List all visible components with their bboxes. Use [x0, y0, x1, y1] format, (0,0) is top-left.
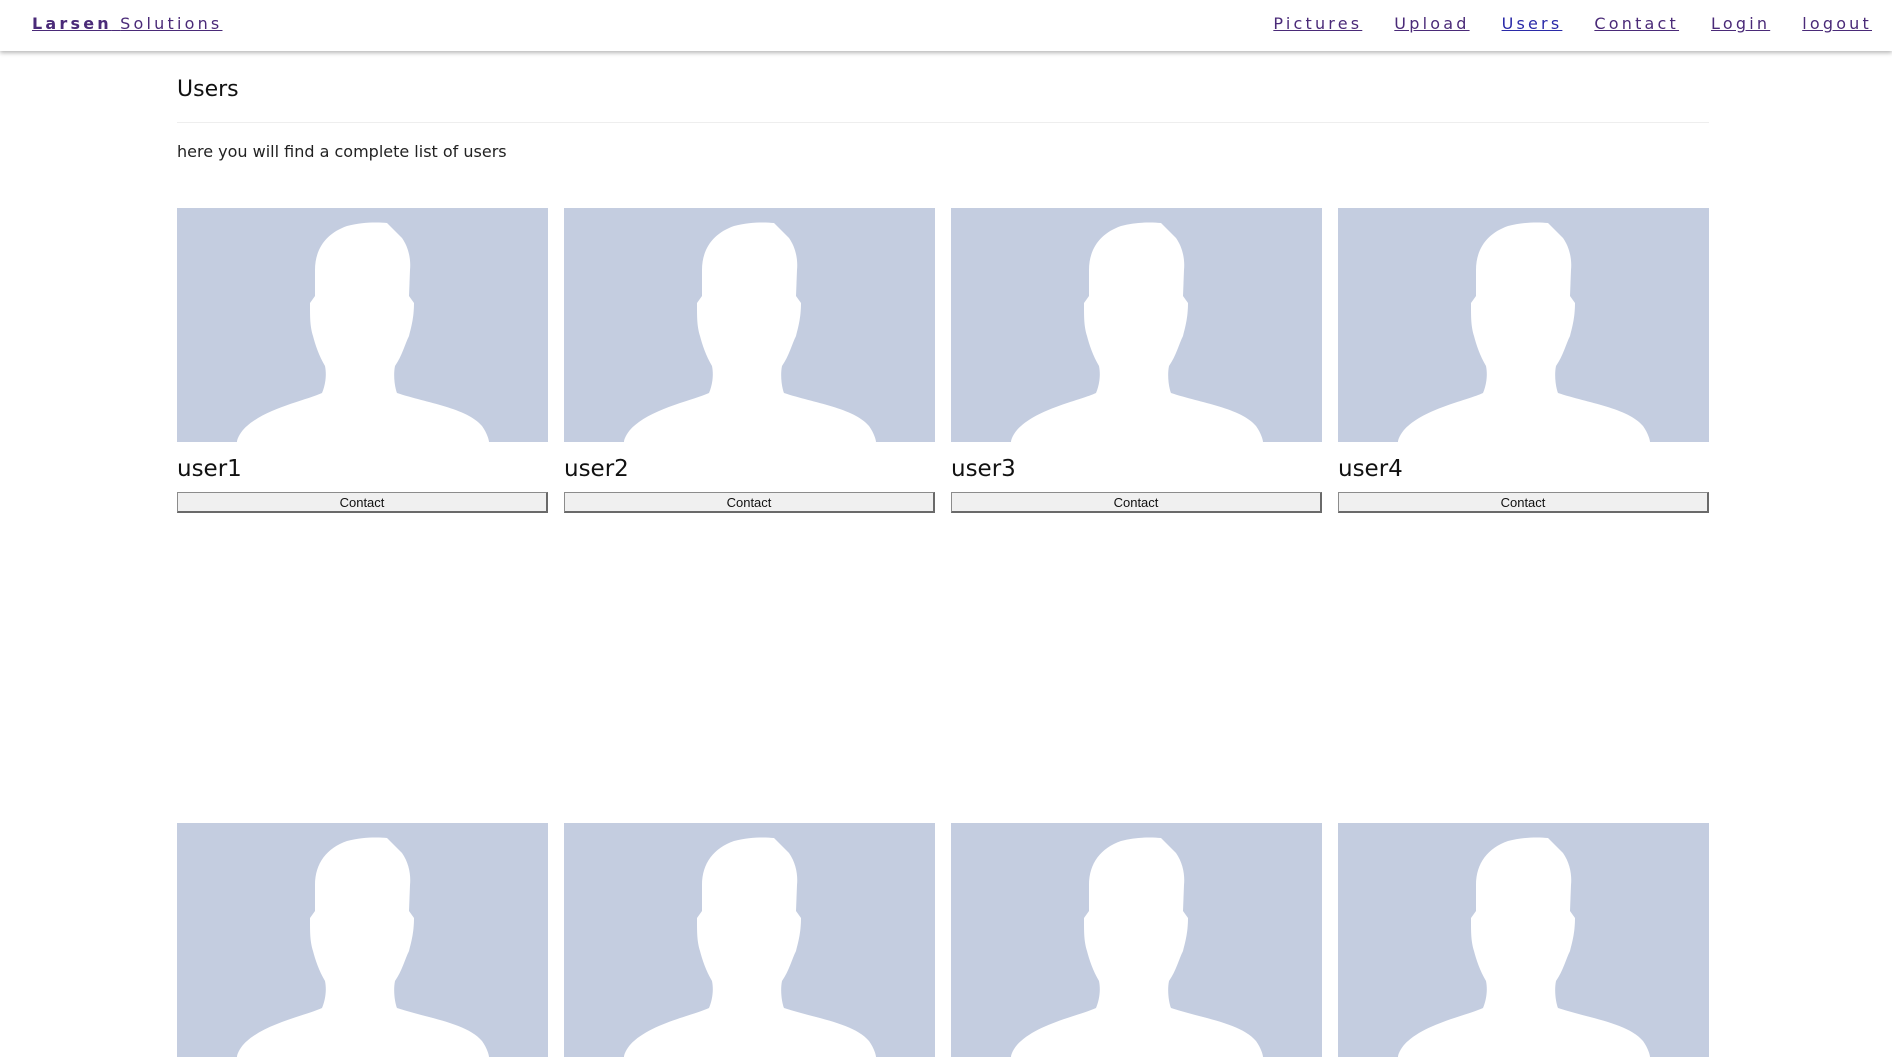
user-card: user2 Contact	[564, 208, 935, 513]
user-avatar	[1338, 823, 1709, 1057]
user-card	[564, 823, 935, 1057]
person-silhouette-icon	[951, 823, 1322, 1057]
user-avatar	[177, 208, 548, 442]
brand-name-bold: Larsen	[32, 14, 112, 33]
nav-links: Pictures Upload Users Contact Login logo…	[1273, 14, 1872, 33]
brand-name-rest: Solutions	[120, 14, 223, 33]
page-title: Users	[177, 77, 239, 102]
nav-link-logout[interactable]: logout	[1802, 14, 1872, 33]
contact-button[interactable]: Contact	[951, 492, 1322, 513]
user-name: user4	[1338, 456, 1403, 482]
user-name: user1	[177, 456, 242, 482]
user-card: user1 Contact	[177, 208, 548, 513]
user-card	[177, 823, 548, 1057]
user-name: user2	[564, 456, 629, 482]
person-silhouette-icon	[177, 208, 548, 442]
contact-button[interactable]: Contact	[564, 492, 935, 513]
page-subtitle: here you will find a complete list of us…	[177, 142, 507, 161]
contact-button[interactable]: Contact	[177, 492, 548, 513]
user-card: user4 Contact	[1338, 208, 1709, 513]
user-card	[1338, 823, 1709, 1057]
nav-link-contact[interactable]: Contact	[1594, 14, 1679, 33]
contact-button[interactable]: Contact	[1338, 492, 1709, 513]
user-card	[951, 823, 1322, 1057]
person-silhouette-icon	[1338, 823, 1709, 1057]
user-avatar	[1338, 208, 1709, 442]
user-avatar	[564, 208, 935, 442]
top-navbar: Larsen Solutions Pictures Upload Users C…	[0, 0, 1892, 51]
person-silhouette-icon	[1338, 208, 1709, 442]
person-silhouette-icon	[951, 208, 1322, 442]
user-avatar	[564, 823, 935, 1057]
user-name: user3	[951, 456, 1016, 482]
person-silhouette-icon	[564, 208, 935, 442]
user-card: user3 Contact	[951, 208, 1322, 513]
brand-link[interactable]: Larsen Solutions	[32, 14, 222, 33]
user-avatar	[951, 208, 1322, 442]
person-silhouette-icon	[177, 823, 548, 1057]
user-avatar	[177, 823, 548, 1057]
title-divider	[177, 122, 1709, 123]
nav-link-login[interactable]: Login	[1711, 14, 1770, 33]
nav-link-users[interactable]: Users	[1502, 14, 1563, 33]
person-silhouette-icon	[564, 823, 935, 1057]
nav-link-pictures[interactable]: Pictures	[1273, 14, 1362, 33]
nav-link-upload[interactable]: Upload	[1394, 14, 1469, 33]
user-avatar	[951, 823, 1322, 1057]
